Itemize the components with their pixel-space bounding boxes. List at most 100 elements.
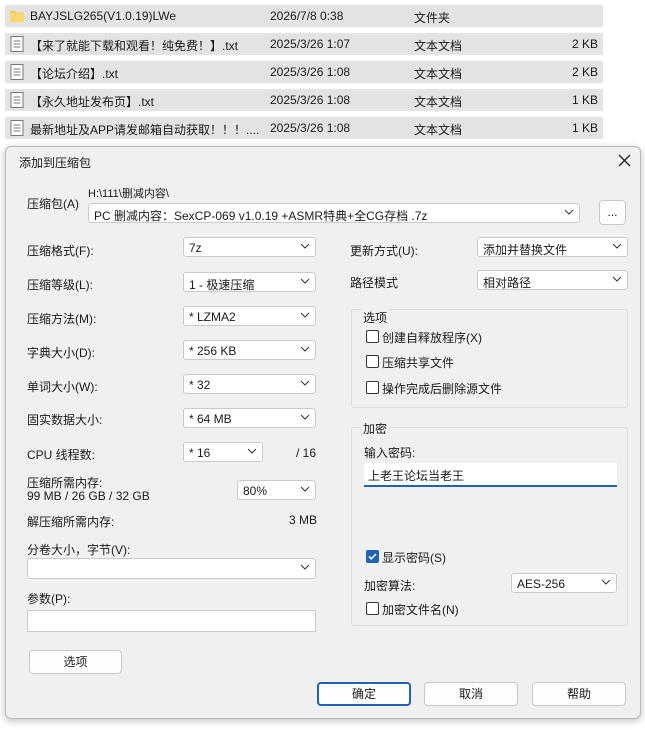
text-file-icon: [10, 92, 24, 108]
method-value: * LZMA2: [189, 310, 236, 324]
encryption-method-select[interactable]: AES-256: [511, 573, 617, 593]
method-select[interactable]: * LZMA2: [183, 306, 316, 326]
cpu-total: / 16: [296, 446, 317, 460]
file-size: 1 KB: [571, 93, 598, 107]
split-label: 分卷大小，字节(V):: [27, 543, 131, 557]
word-select[interactable]: * 32: [183, 374, 316, 394]
dict-value: * 256 KB: [189, 344, 237, 358]
path-mode-value: 相对路径: [483, 276, 532, 290]
sfx-checkbox[interactable]: [366, 330, 379, 343]
file-size: 1 KB: [571, 121, 598, 135]
password-value: 上老王论坛当老王: [368, 469, 465, 483]
file-date: 2025/3/26 1:07: [270, 37, 351, 51]
path-mode-label: 路径模式: [350, 276, 399, 290]
close-icon[interactable]: [618, 154, 631, 167]
decompress-memory-label: 解压缩所需内存:: [27, 515, 115, 529]
params-input[interactable]: [27, 610, 316, 632]
memory-detail: 99 MB / 26 GB / 32 GB: [27, 489, 150, 503]
format-select[interactable]: 7z: [183, 237, 316, 257]
options-group-title: 选项: [361, 309, 390, 326]
ok-button[interactable]: 确定: [317, 682, 411, 706]
options-button[interactable]: 选项: [29, 650, 122, 674]
add-to-archive-dialog: 添加到压缩包 压缩包(A) H:\111\删减内容\ PC 删减内容：SexCP…: [5, 146, 641, 719]
file-date: 2025/3/26 1:08: [270, 65, 351, 79]
cpu-label: CPU 线程数:: [27, 448, 96, 462]
split-combo[interactable]: [27, 558, 316, 579]
folder-icon: [10, 11, 24, 22]
file-name: 【论坛介绍】.txt: [30, 67, 119, 81]
file-date: 2025/3/26 1:08: [270, 93, 351, 107]
cpu-value: * 16: [189, 446, 211, 460]
params-label: 参数(P):: [27, 592, 71, 606]
archive-path: H:\111\删减内容\: [88, 188, 169, 200]
chevron-down-icon: [300, 346, 310, 352]
archive-name-combo[interactable]: PC 删减内容：SexCP-069 v1.0.19 +ASMR特典+全CG存档 …: [88, 203, 580, 223]
path-mode-select[interactable]: 相对路径: [477, 270, 628, 290]
shared-files-label: 压缩共享文件: [382, 356, 455, 370]
memory-percent-select[interactable]: 80%: [237, 480, 316, 500]
file-name: 【永久地址发布页】.txt: [30, 95, 155, 109]
chevron-down-icon: [612, 276, 622, 282]
text-file-icon: [10, 64, 24, 80]
cancel-button[interactable]: 取消: [424, 682, 518, 706]
help-button[interactable]: 帮助: [532, 682, 626, 706]
encryption-group-title: 加密: [361, 420, 390, 437]
chevron-down-icon: [300, 243, 310, 249]
update-mode-label: 更新方式(U):: [350, 244, 418, 258]
chevron-down-icon: [300, 312, 310, 318]
solid-value: * 64 MB: [189, 412, 232, 426]
delete-after-label: 操作完成后删除源文件: [382, 382, 503, 396]
archive-name-value: PC 删减内容：SexCP-069 v1.0.19 +ASMR特典+全CG存档 …: [94, 209, 428, 223]
file-row[interactable]: 最新地址及APP请发邮箱自动获取！！！.... 2025/3/26 1:08 文…: [5, 117, 603, 139]
word-value: * 32: [189, 378, 211, 392]
level-value: 1 - 极速压缩: [189, 278, 255, 292]
delete-after-checkbox[interactable]: [366, 381, 379, 394]
show-password-label: 显示密码(S): [382, 551, 446, 565]
decompress-memory-value: 3 MB: [289, 513, 318, 527]
text-file-icon: [10, 120, 24, 136]
cpu-select[interactable]: * 16: [183, 442, 263, 462]
chevron-down-icon: [300, 564, 310, 570]
solid-select[interactable]: * 64 MB: [183, 408, 316, 428]
browse-button[interactable]: ...: [599, 200, 626, 225]
format-value: 7z: [189, 241, 202, 255]
shared-files-checkbox[interactable]: [366, 355, 379, 368]
encrypt-names-label: 加密文件名(N): [382, 603, 459, 617]
chevron-down-icon: [300, 486, 310, 492]
password-label: 输入密码:: [364, 446, 416, 460]
chevron-down-icon: [601, 579, 611, 585]
file-date: 2026/7/8 0:38: [270, 9, 344, 23]
chevron-down-icon: [612, 243, 622, 249]
archive-label: 压缩包(A): [27, 197, 79, 211]
file-row[interactable]: 【来了就能下载和观看！纯免费！】.txt 2025/3/26 1:07 文本文档…: [5, 33, 603, 55]
update-mode-value: 添加并替换文件: [483, 243, 568, 257]
file-row[interactable]: 【论坛介绍】.txt 2025/3/26 1:08 文本文档 2 KB: [5, 61, 603, 83]
file-size: 2 KB: [571, 37, 598, 51]
format-label: 压缩格式(F):: [27, 244, 94, 258]
options-group: 选项 创建自释放程序(X) 压缩共享文件 操作完成后删除源文件: [351, 309, 628, 408]
sfx-label: 创建自释放程序(X): [382, 331, 482, 345]
word-label: 单词大小(W):: [27, 380, 98, 394]
chevron-down-icon: [300, 380, 310, 386]
checkmark-icon: [368, 553, 377, 560]
file-type: 文本文档: [414, 123, 463, 137]
chevron-down-icon: [247, 448, 257, 454]
file-type: 文本文档: [414, 39, 463, 53]
file-type: 文本文档: [414, 95, 463, 109]
level-label: 压缩等级(L):: [27, 278, 94, 292]
update-mode-select[interactable]: 添加并替换文件: [477, 237, 628, 257]
dict-select[interactable]: * 256 KB: [183, 340, 316, 360]
chevron-down-icon: [300, 278, 310, 284]
file-name: 【来了就能下载和观看！纯免费！】.txt: [30, 39, 239, 53]
show-password-checkbox[interactable]: [366, 550, 379, 563]
password-input[interactable]: 上老王论坛当老王: [364, 463, 617, 487]
encrypt-names-checkbox[interactable]: [366, 602, 379, 615]
file-row[interactable]: 【永久地址发布页】.txt 2025/3/26 1:08 文本文档 1 KB: [5, 89, 603, 111]
file-row[interactable]: BAYJSLG265(V1.0.19)LWe 2026/7/8 0:38 文件夹: [5, 5, 603, 27]
encryption-method-label: 加密算法:: [364, 579, 416, 593]
file-name: BAYJSLG265(V1.0.19)LWe: [30, 9, 177, 23]
file-type: 文件夹: [414, 11, 451, 25]
memory-percent-value: 80%: [243, 484, 268, 498]
level-select[interactable]: 1 - 极速压缩: [183, 272, 316, 292]
file-date: 2025/3/26 1:08: [270, 121, 351, 135]
